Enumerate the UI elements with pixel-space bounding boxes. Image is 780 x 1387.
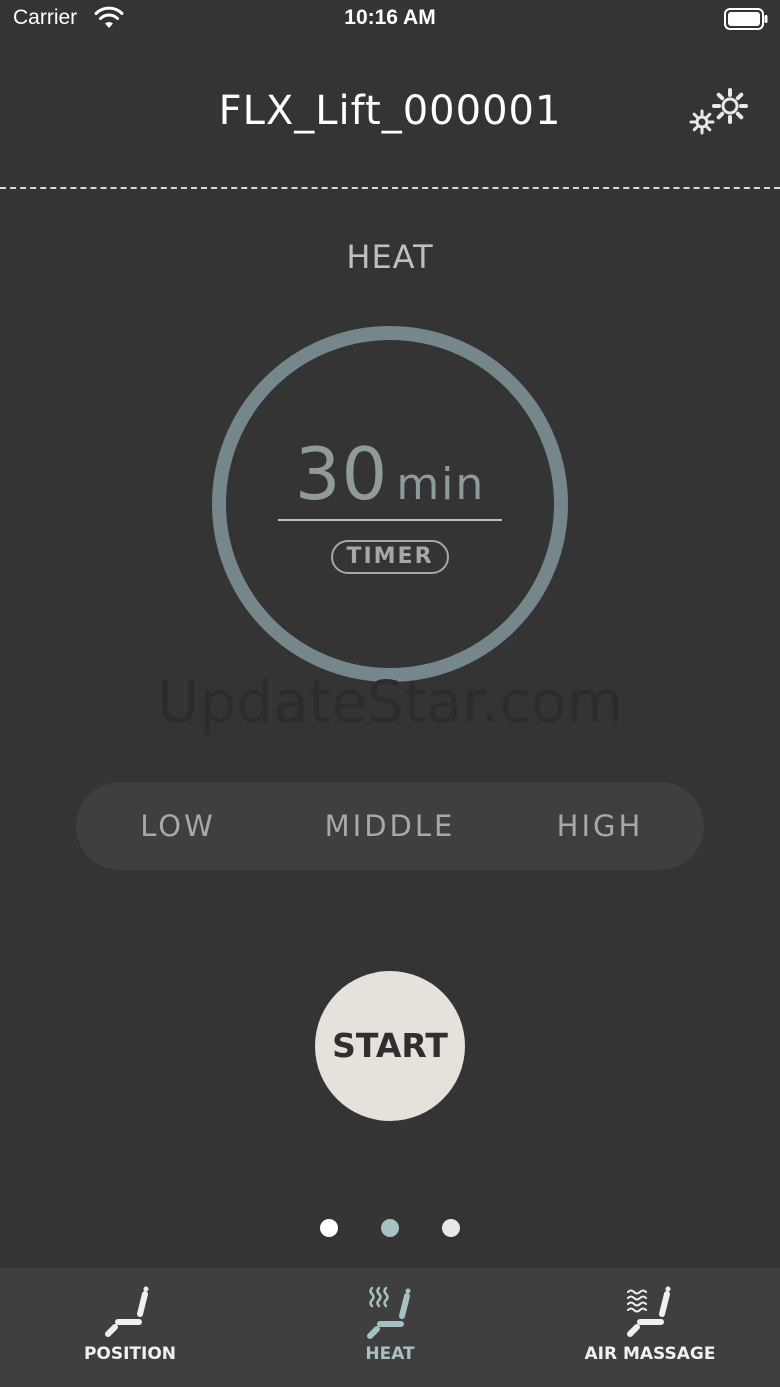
device-title: FLX_Lift_000001 (218, 88, 562, 134)
gear-icon[interactable] (686, 86, 752, 138)
page-dot[interactable] (320, 1219, 338, 1237)
timer-underline (278, 519, 502, 521)
status-time: 10:16 AM (344, 6, 436, 29)
tab-heat[interactable]: HEAT (260, 1268, 520, 1387)
tab-bar: POSITION HEAT AIR MASSAGE (0, 1268, 780, 1387)
tab-position[interactable]: POSITION (0, 1268, 260, 1387)
start-button[interactable]: START (315, 971, 465, 1121)
timer-unit: min (396, 459, 486, 510)
section-title: HEAT (346, 238, 434, 276)
watermark: UpdateStar.com (157, 668, 623, 736)
tab-label: AIR MASSAGE (584, 1344, 716, 1364)
massage-recliner-icon (627, 1286, 671, 1337)
timer-value[interactable]: 30 min (212, 432, 568, 516)
header-divider (0, 187, 780, 189)
level-middle-button[interactable]: MIDDLE (290, 782, 490, 870)
recliner-icon (105, 1286, 149, 1337)
battery-icon (724, 8, 768, 30)
timer-number: 30 (294, 432, 389, 516)
timer-badge[interactable]: TIMER (331, 540, 449, 574)
level-high-button[interactable]: HIGH (500, 782, 700, 870)
page-dot[interactable] (442, 1219, 460, 1237)
tab-label: HEAT (365, 1344, 415, 1364)
heat-level-selector: LOW MIDDLE HIGH (76, 782, 704, 870)
heated-recliner-icon (367, 1286, 411, 1339)
level-low-button[interactable]: LOW (78, 782, 278, 870)
tab-label: POSITION (83, 1344, 177, 1364)
tab-air-massage[interactable]: AIR MASSAGE (520, 1268, 780, 1387)
page-dot-active[interactable] (381, 1219, 399, 1237)
